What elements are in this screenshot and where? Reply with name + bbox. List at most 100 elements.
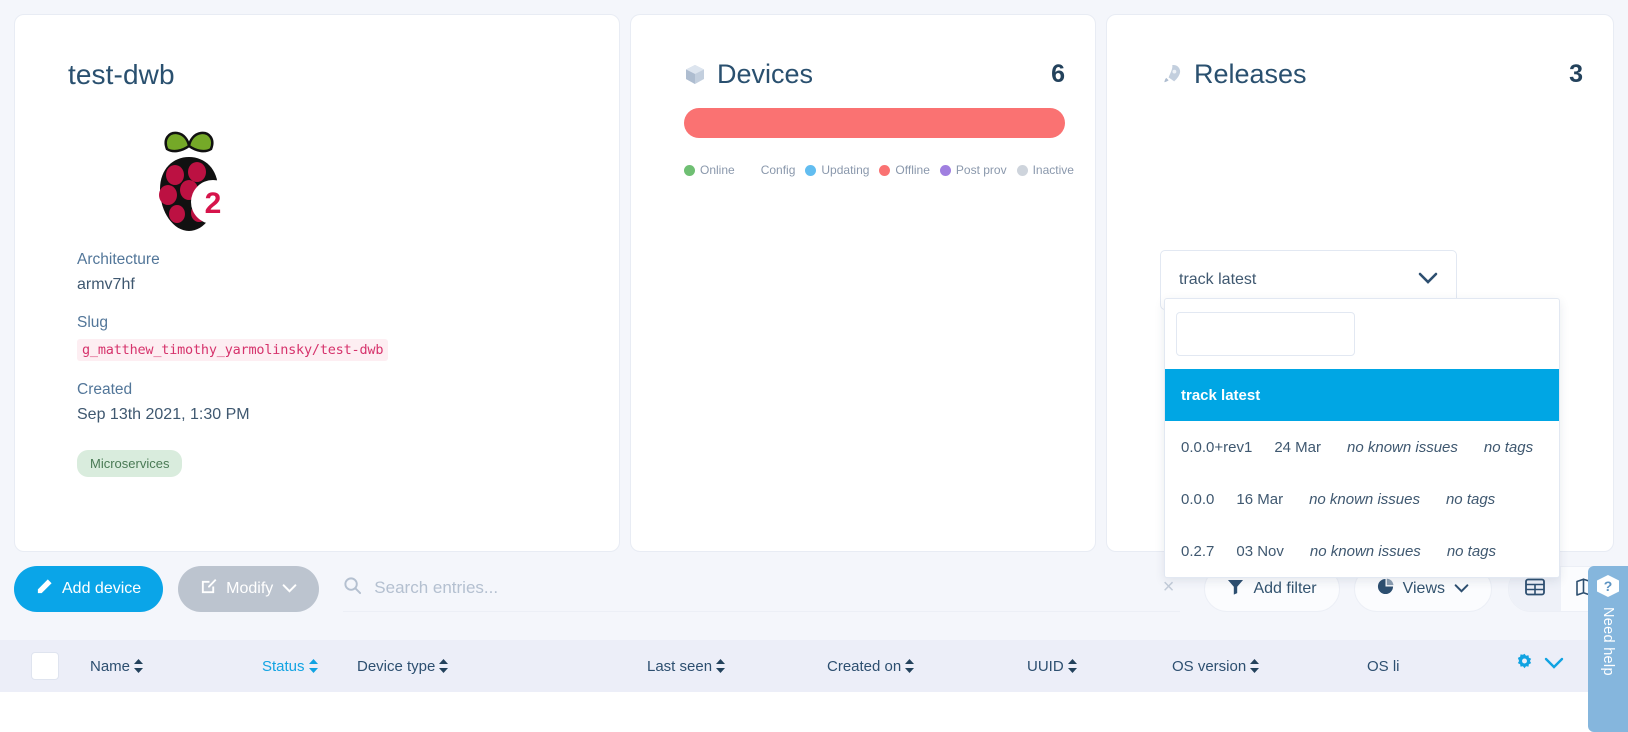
legend-dot-post-prov <box>940 165 951 176</box>
sort-icon <box>438 658 449 674</box>
column-settings <box>1515 653 1564 677</box>
close-icon[interactable]: × <box>1157 576 1181 599</box>
search-input[interactable] <box>374 578 1144 598</box>
rocket-icon <box>1160 63 1183 86</box>
sort-icon <box>1249 658 1260 674</box>
column-label: Created on <box>827 658 901 675</box>
column-label: Device type <box>357 658 435 675</box>
pencil-icon <box>36 578 53 600</box>
release-issues: no known issues <box>1347 439 1458 456</box>
release-issues: no known issues <box>1309 491 1420 508</box>
release-option[interactable]: 0.0.0 16 Mar no known issues no tags <box>1165 473 1559 525</box>
release-version: 0.0.0 <box>1181 491 1214 508</box>
created-label: Created <box>77 381 577 399</box>
add-filter-label: Add filter <box>1253 580 1316 598</box>
release-issues: no known issues <box>1310 543 1421 560</box>
releases-title: Releases <box>1194 59 1307 90</box>
release-version: 0.2.7 <box>1181 543 1214 560</box>
sort-icon <box>308 658 319 674</box>
sort-icon <box>133 658 144 674</box>
devices-count: 6 <box>1051 60 1065 89</box>
devices-title: Devices <box>717 59 813 90</box>
devices-table-header: Name Status Device type Last seen Create <box>0 640 1628 692</box>
slug-label: Slug <box>77 314 577 332</box>
chevron-down-icon[interactable] <box>1544 656 1564 674</box>
modify-button[interactable]: Modify <box>178 566 319 612</box>
legend-label-online: Online <box>700 163 735 177</box>
legend-dot-config <box>745 165 756 176</box>
gear-icon[interactable] <box>1515 653 1534 677</box>
column-label: Status <box>262 658 305 675</box>
legend-dot-offline <box>879 165 890 176</box>
column-label: OS li <box>1367 658 1400 675</box>
release-option-track-latest[interactable]: track latest <box>1165 369 1559 421</box>
add-device-label: Add device <box>62 580 141 598</box>
column-header-os-lifecycle[interactable]: OS li <box>1367 658 1400 675</box>
search-icon <box>343 576 362 600</box>
legend-label-inactive: Inactive <box>1033 163 1074 177</box>
application-metadata: Architecture armv7hf Slug g_matthew_timo… <box>77 251 577 477</box>
app-page: test-dwb 2 <box>0 0 1628 732</box>
application-card: test-dwb 2 <box>14 14 620 552</box>
release-dropdown-panel: track latest 0.0.0+rev1 24 Mar no known … <box>1164 298 1560 578</box>
sort-icon <box>1067 658 1078 674</box>
views-label: Views <box>1403 580 1445 598</box>
column-header-status[interactable]: Status <box>262 658 357 675</box>
column-header-device-type[interactable]: Device type <box>357 658 647 675</box>
releases-count: 3 <box>1569 60 1583 89</box>
slug-value: g_matthew_timothy_yarmolinsky/test-dwb <box>77 339 388 361</box>
legend-item-online: Online <box>684 163 735 177</box>
architecture-label: Architecture <box>77 251 577 269</box>
legend-label-updating: Updating <box>821 163 869 177</box>
release-tags: no tags <box>1484 439 1533 456</box>
funnel-icon <box>1227 579 1244 600</box>
chevron-down-icon <box>1454 580 1469 598</box>
devices-card-header: Devices 6 <box>684 59 1065 90</box>
legend-dot-inactive <box>1017 165 1028 176</box>
page-title: test-dwb <box>68 59 175 91</box>
column-header-os-version[interactable]: OS version <box>1172 658 1367 675</box>
column-label: UUID <box>1027 658 1064 675</box>
legend-item-config: Config <box>745 163 796 177</box>
chevron-down-icon <box>282 580 297 598</box>
created-value: Sep 13th 2021, 1:30 PM <box>77 406 577 424</box>
release-search-input[interactable] <box>1176 312 1355 356</box>
table-grid-icon <box>1525 578 1545 601</box>
need-help-label: Need help <box>1600 607 1616 676</box>
raspberry-pi-logo-icon: 2 <box>137 127 241 239</box>
edit-square-icon <box>200 578 217 600</box>
device-type-count-badge: 2 <box>205 187 222 220</box>
sort-icon <box>715 658 726 674</box>
architecture-value: armv7hf <box>77 276 577 294</box>
legend-dot-updating <box>805 165 816 176</box>
devices-status-bar <box>684 108 1065 138</box>
release-date: 03 Nov <box>1236 543 1284 560</box>
release-version: 0.0.0+rev1 <box>1181 439 1252 456</box>
cube-icon <box>684 63 706 86</box>
search-container: × <box>343 566 1180 612</box>
column-header-created-on[interactable]: Created on <box>827 658 1027 675</box>
devices-legend: Online Config Updating Offline Post prov <box>684 163 1077 177</box>
releases-card-header: Releases 3 <box>1160 59 1583 90</box>
release-version: track latest <box>1181 387 1260 404</box>
select-all-cell <box>0 652 90 680</box>
release-date: 24 Mar <box>1274 439 1321 456</box>
release-option[interactable]: 0.0.0+rev1 24 Mar no known issues no tag… <box>1165 421 1559 473</box>
legend-dot-online <box>684 165 695 176</box>
legend-item-inactive: Inactive <box>1017 163 1074 177</box>
release-tags: no tags <box>1446 491 1495 508</box>
legend-label-config: Config <box>761 163 796 177</box>
select-all-checkbox[interactable] <box>31 652 59 680</box>
release-tags: no tags <box>1447 543 1496 560</box>
modify-label: Modify <box>226 580 273 598</box>
column-header-name[interactable]: Name <box>90 658 262 675</box>
column-header-uuid[interactable]: UUID <box>1027 658 1172 675</box>
release-option[interactable]: 0.2.7 03 Nov no known issues no tags <box>1165 525 1559 577</box>
need-help-tab[interactable]: ? Need help <box>1588 566 1628 732</box>
question-mark-icon: ? <box>1597 575 1619 597</box>
release-date: 16 Mar <box>1236 491 1283 508</box>
column-header-last-seen[interactable]: Last seen <box>647 658 827 675</box>
legend-item-updating: Updating <box>805 163 869 177</box>
devices-card: Devices 6 Online Config Updating <box>630 14 1096 552</box>
add-device-button[interactable]: Add device <box>14 566 163 612</box>
